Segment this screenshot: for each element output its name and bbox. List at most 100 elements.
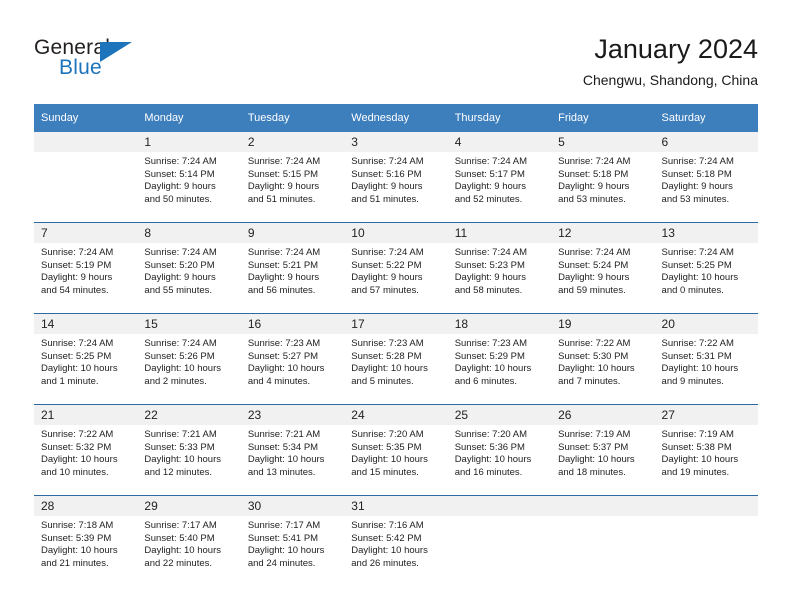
day-cell[interactable]: Sunrise: 7:24 AM Sunset: 5:18 PM Dayligh…	[551, 152, 655, 223]
day-cell[interactable]: Sunrise: 7:22 AM Sunset: 5:32 PM Dayligh…	[34, 425, 138, 496]
day-cell[interactable]: Sunrise: 7:24 AM Sunset: 5:20 PM Dayligh…	[137, 243, 241, 314]
daylight-text-line2: and 59 minutes.	[558, 284, 626, 296]
day-number[interactable]: 11	[447, 222, 552, 243]
daylight-text-line2: and 50 minutes.	[144, 193, 213, 205]
sunrise-text: Sunrise: 7:16 AM	[351, 520, 424, 531]
day-number[interactable]: 13	[654, 222, 758, 243]
day-number[interactable]: 26	[551, 404, 655, 425]
day-number[interactable]: 1	[137, 132, 241, 152]
day-cell[interactable]: Sunrise: 7:24 AM Sunset: 5:26 PM Dayligh…	[137, 334, 241, 405]
sunrise-text: Sunrise: 7:24 AM	[247, 247, 321, 258]
daylight-text-line2: and 5 minutes.	[351, 375, 414, 387]
day-cell[interactable]: Sunrise: 7:23 AM Sunset: 5:28 PM Dayligh…	[344, 334, 448, 405]
day-number[interactable]: 6	[654, 132, 758, 152]
day-cell[interactable]: Sunrise: 7:24 AM Sunset: 5:21 PM Dayligh…	[240, 243, 345, 314]
day-number[interactable]: 29	[137, 495, 241, 516]
day-cell[interactable]: Sunrise: 7:24 AM Sunset: 5:25 PM Dayligh…	[654, 243, 758, 314]
day-cell[interactable]: Sunrise: 7:24 AM Sunset: 5:17 PM Dayligh…	[447, 152, 552, 223]
day-number[interactable]: 19	[551, 313, 655, 334]
day-number[interactable]: 12	[551, 222, 655, 243]
day-number[interactable]: 25	[447, 404, 552, 425]
day-cell[interactable]: Sunrise: 7:17 AM Sunset: 5:40 PM Dayligh…	[137, 516, 241, 586]
day-number[interactable]: 27	[654, 404, 758, 425]
day-cell[interactable]	[34, 152, 138, 223]
daylight-text-line2: and 10 minutes.	[41, 466, 109, 478]
day-number[interactable]: 7	[34, 222, 138, 243]
day-number[interactable]: 17	[344, 313, 448, 334]
day-number[interactable]: 2	[240, 132, 345, 152]
sunrise-text: Sunrise: 7:18 AM	[41, 520, 114, 531]
sunset-text: Sunset: 5:25 PM	[661, 259, 732, 271]
day-number[interactable]: 16	[240, 313, 345, 334]
sunrise-text: Sunrise: 7:23 AM	[247, 338, 321, 349]
day-cell[interactable]: Sunrise: 7:21 AM Sunset: 5:34 PM Dayligh…	[240, 425, 345, 496]
sunrise-text: Sunrise: 7:23 AM	[454, 338, 528, 349]
day-cell[interactable]: Sunrise: 7:24 AM Sunset: 5:24 PM Dayligh…	[551, 243, 655, 314]
daylight-text-line2: and 51 minutes.	[247, 193, 316, 205]
day-cell[interactable]: Sunrise: 7:20 AM Sunset: 5:36 PM Dayligh…	[447, 425, 552, 496]
daylight-text-line1: Daylight: 9 hours	[661, 181, 733, 193]
day-number[interactable]: 3	[344, 132, 448, 152]
day-number[interactable]: 23	[240, 404, 345, 425]
day-number[interactable]: 8	[137, 222, 241, 243]
day-cell[interactable]: Sunrise: 7:21 AM Sunset: 5:33 PM Dayligh…	[137, 425, 241, 496]
sunset-text: Sunset: 5:35 PM	[351, 441, 422, 453]
sunrise-text: Sunrise: 7:21 AM	[144, 429, 217, 440]
day-number[interactable]: 21	[34, 404, 138, 425]
day-cell[interactable]: Sunrise: 7:22 AM Sunset: 5:31 PM Dayligh…	[654, 334, 758, 405]
day-cell[interactable]: Sunrise: 7:18 AM Sunset: 5:39 PM Dayligh…	[34, 516, 138, 586]
day-number[interactable]: 22	[137, 404, 241, 425]
day-number[interactable]: 9	[240, 222, 345, 243]
day-number[interactable]: 24	[344, 404, 448, 425]
day-number[interactable]: 20	[654, 313, 758, 334]
general-blue-logo[interactable]: General Blue	[34, 36, 164, 84]
day-cell[interactable]: Sunrise: 7:17 AM Sunset: 5:41 PM Dayligh…	[240, 516, 345, 586]
sunset-text: Sunset: 5:20 PM	[144, 259, 215, 271]
day-cell[interactable]: Sunrise: 7:24 AM Sunset: 5:16 PM Dayligh…	[344, 152, 448, 223]
day-number[interactable]: 15	[137, 313, 241, 334]
weekday-header-friday: Friday	[551, 104, 655, 132]
day-cell[interactable]: Sunrise: 7:16 AM Sunset: 5:42 PM Dayligh…	[344, 516, 448, 586]
day-number[interactable]	[34, 132, 138, 152]
day-cell[interactable]: Sunrise: 7:24 AM Sunset: 5:22 PM Dayligh…	[344, 243, 448, 314]
sunrise-text: Sunrise: 7:22 AM	[661, 338, 734, 349]
day-cell[interactable]: Sunrise: 7:24 AM Sunset: 5:19 PM Dayligh…	[34, 243, 138, 314]
sunset-text: Sunset: 5:31 PM	[661, 350, 732, 362]
day-cell[interactable]: Sunrise: 7:24 AM Sunset: 5:14 PM Dayligh…	[137, 152, 241, 223]
day-number[interactable]: 18	[447, 313, 552, 334]
day-cell[interactable]: Sunrise: 7:20 AM Sunset: 5:35 PM Dayligh…	[344, 425, 448, 496]
day-cell[interactable]: Sunrise: 7:23 AM Sunset: 5:27 PM Dayligh…	[240, 334, 345, 405]
daylight-text-line1: Daylight: 9 hours	[558, 272, 630, 284]
day-cell[interactable]: Sunrise: 7:19 AM Sunset: 5:37 PM Dayligh…	[551, 425, 655, 496]
day-number[interactable]: 4	[447, 132, 552, 152]
daylight-text-line1: Daylight: 10 hours	[454, 363, 532, 375]
sunset-text: Sunset: 5:19 PM	[41, 259, 112, 271]
day-number	[447, 495, 552, 516]
day-cell[interactable]: Sunrise: 7:24 AM Sunset: 5:25 PM Dayligh…	[34, 334, 138, 405]
sunset-text: Sunset: 5:42 PM	[351, 532, 422, 544]
day-cell[interactable]: Sunrise: 7:24 AM Sunset: 5:23 PM Dayligh…	[447, 243, 552, 314]
daylight-text-line1: Daylight: 9 hours	[41, 272, 113, 284]
day-cell[interactable]: Sunrise: 7:22 AM Sunset: 5:30 PM Dayligh…	[551, 334, 655, 405]
day-number[interactable]: 14	[34, 313, 138, 334]
day-number[interactable]: 10	[344, 222, 448, 243]
sunset-text: Sunset: 5:41 PM	[247, 532, 319, 544]
day-number[interactable]: 30	[240, 495, 345, 516]
day-cell[interactable]: Sunrise: 7:19 AM Sunset: 5:38 PM Dayligh…	[654, 425, 758, 496]
day-cell[interactable]: Sunrise: 7:24 AM Sunset: 5:15 PM Dayligh…	[240, 152, 345, 223]
sunset-text: Sunset: 5:36 PM	[454, 441, 525, 453]
sunset-text: Sunset: 5:28 PM	[351, 350, 422, 362]
day-number[interactable]: 31	[344, 495, 448, 516]
day-number[interactable]: 28	[34, 495, 138, 516]
sunrise-text: Sunrise: 7:24 AM	[661, 247, 734, 258]
daylight-text-line2: and 18 minutes.	[558, 466, 626, 478]
day-number[interactable]: 5	[551, 132, 655, 152]
sunrise-text: Sunrise: 7:22 AM	[41, 429, 114, 440]
day-number	[551, 495, 655, 516]
weekday-header-thursday: Thursday	[447, 104, 552, 132]
daylight-text-line2: and 7 minutes.	[558, 375, 621, 387]
day-cell[interactable]: Sunrise: 7:23 AM Sunset: 5:29 PM Dayligh…	[447, 334, 552, 405]
daylight-text-line1: Daylight: 9 hours	[351, 181, 423, 193]
sunset-text: Sunset: 5:33 PM	[144, 441, 215, 453]
day-cell[interactable]: Sunrise: 7:24 AM Sunset: 5:18 PM Dayligh…	[654, 152, 758, 223]
